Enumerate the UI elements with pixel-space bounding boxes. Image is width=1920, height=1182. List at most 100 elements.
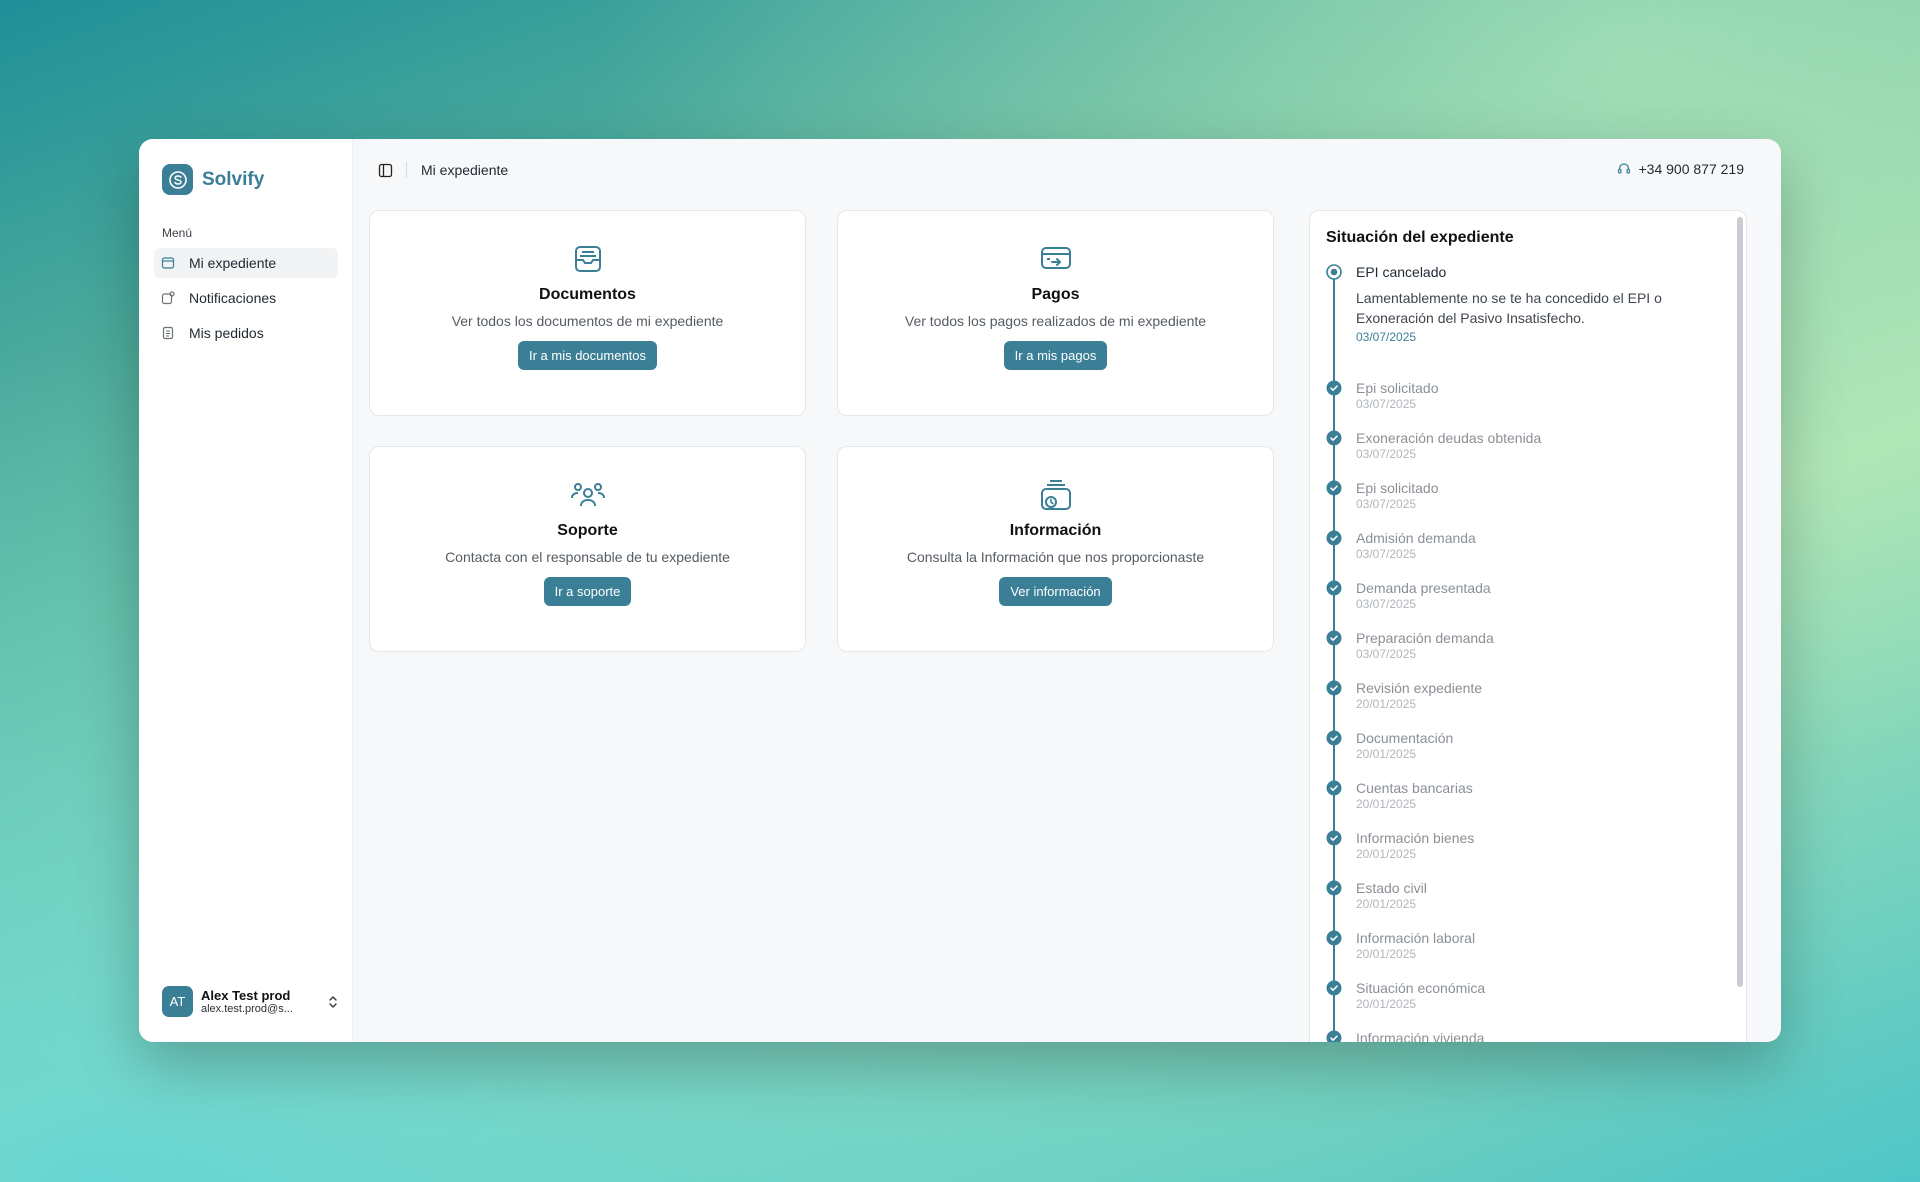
timeline-item-title: Cuentas bancarias — [1356, 780, 1473, 796]
view-information-button[interactable]: Ver información — [999, 577, 1112, 606]
main-content: Mi expediente +34 900 877 219 Documentos… — [353, 139, 1781, 1042]
card-title: Pagos — [1031, 286, 1080, 303]
timeline-item-date: 03/07/2025 — [1356, 647, 1417, 661]
topbar-divider — [406, 162, 407, 178]
timeline-item: Preparación demanda 03/07/2025 — [1326, 629, 1730, 679]
people-icon — [370, 478, 805, 512]
card-description: Ver todos los documentos de mi expedient… — [451, 313, 724, 329]
sidebar-item-label: Notificaciones — [189, 290, 277, 306]
timeline-item-title: Exoneración deudas obtenida — [1356, 430, 1542, 446]
timeline-item-date: 20/01/2025 — [1356, 747, 1417, 761]
card-pagos: Pagos Ver todos los pagos realizados de … — [837, 210, 1274, 416]
timeline-item-date: 03/07/2025 — [1356, 447, 1417, 461]
timeline-item-date: 20/01/2025 — [1356, 847, 1417, 861]
card-description: Ver todos los pagos realizados de mi exp… — [904, 313, 1207, 329]
timeline-item: Documentación 20/01/2025 — [1326, 729, 1730, 779]
check-circle-icon — [1326, 630, 1342, 646]
sidebar: Solvify Menú Mi expediente Notificacione… — [139, 139, 353, 1042]
timeline-item: Información laboral 20/01/2025 — [1326, 929, 1730, 979]
timeline-item-title: Epi solicitado — [1356, 480, 1439, 496]
sidebar-item-label: Mis pedidos — [189, 325, 264, 341]
current-step-icon — [1326, 264, 1342, 280]
go-to-support-button[interactable]: Ir a soporte — [543, 577, 632, 606]
check-circle-icon — [1326, 980, 1342, 996]
timeline-item-date: 03/07/2025 — [1356, 597, 1417, 611]
check-circle-icon — [1326, 680, 1342, 696]
scrollbar[interactable] — [1737, 217, 1743, 987]
avatar: AT — [162, 986, 193, 1017]
user-name: Alex Test prod — [201, 988, 291, 1003]
sidebar-item-mi-expediente[interactable]: Mi expediente — [154, 248, 338, 278]
timeline-item-title: EPI cancelado — [1356, 264, 1447, 280]
timeline-item: Epi solicitado 03/07/2025 — [1326, 479, 1730, 529]
go-to-payments-button[interactable]: Ir a mis pagos — [1003, 341, 1108, 370]
timeline-item-title: Información vivienda — [1356, 1030, 1485, 1042]
sidebar-item-label: Mi expediente — [189, 255, 277, 271]
timeline-item: Información vivienda — [1326, 1029, 1730, 1042]
card-title: Documentos — [539, 286, 636, 303]
check-circle-icon — [1326, 430, 1342, 446]
card-description: Consulta la Información que nos proporci… — [906, 549, 1205, 565]
timeline-item-date: 20/01/2025 — [1356, 797, 1417, 811]
timeline-item-title: Preparación demanda — [1356, 630, 1494, 646]
timeline-item-title: Estado civil — [1356, 880, 1427, 896]
user-email: alex.test.prod@s... — [201, 1003, 293, 1015]
timeline-item: Cuentas bancarias 20/01/2025 — [1326, 779, 1730, 829]
check-circle-icon — [1326, 580, 1342, 596]
receipt-icon — [162, 326, 174, 340]
check-circle-icon — [1326, 530, 1342, 546]
timeline-item-date: 20/01/2025 — [1356, 897, 1417, 911]
timeline-item-title: Documentación — [1356, 730, 1454, 746]
check-circle-icon — [1326, 380, 1342, 396]
timeline-item: Demanda presentada 03/07/2025 — [1326, 579, 1730, 629]
sidebar-nav: Mi expediente Notificaciones Mis pedidos — [154, 248, 338, 353]
timeline-item-title: Demanda presentada — [1356, 580, 1491, 596]
support-phone[interactable]: +34 900 877 219 — [1617, 161, 1745, 177]
go-to-documents-button[interactable]: Ir a mis documentos — [517, 341, 658, 370]
sidebar-item-notificaciones[interactable]: Notificaciones — [154, 283, 338, 313]
folder-icon — [161, 257, 175, 269]
user-info: Alex Test prod alex.test.prod@s... — [201, 988, 311, 1015]
card-description: Contacta con el responsable de tu expedi… — [445, 549, 730, 565]
phone-number: +34 900 877 219 — [1638, 161, 1745, 177]
check-circle-icon — [1326, 830, 1342, 846]
timeline-item-current: EPI cancelado Lamentablemente no se te h… — [1326, 263, 1730, 379]
info-stack-icon — [838, 478, 1273, 512]
timeline-item-title: Información laboral — [1356, 930, 1476, 946]
timeline-item-date: 03/07/2025 — [1356, 547, 1417, 561]
timeline-item-date: 03/07/2025 — [1356, 330, 1417, 344]
sidebar-item-mis-pedidos[interactable]: Mis pedidos — [154, 318, 338, 348]
check-circle-icon — [1326, 730, 1342, 746]
timeline-item: Situación económica 20/01/2025 — [1326, 979, 1730, 1029]
timeline-item-title: Admisión demanda — [1356, 530, 1476, 546]
bell-icon — [161, 291, 175, 305]
case-status-panel: Situación del expediente EPI cancelado L… — [1309, 210, 1747, 1042]
timeline-item-description: Lamentablemente no se te ha concedido el… — [1356, 290, 1662, 326]
timeline-item: Información bienes 20/01/2025 — [1326, 829, 1730, 879]
sidebar-toggle-button[interactable] — [376, 161, 394, 179]
timeline-item: Revisión expediente 20/01/2025 — [1326, 679, 1730, 729]
check-circle-icon — [1326, 880, 1342, 896]
brand[interactable]: Solvify — [162, 164, 264, 195]
timeline-item-title: Situación económica — [1356, 980, 1486, 996]
card-informacion: Información Consulta la Información que … — [837, 446, 1274, 652]
menu-label: Menú — [162, 226, 193, 240]
timeline-item-title: Información bienes — [1356, 830, 1475, 846]
timeline-item-date: 03/07/2025 — [1356, 497, 1417, 511]
status-title: Situación del expediente — [1326, 229, 1514, 246]
timeline-item-title: Epi solicitado — [1356, 380, 1439, 396]
archive-icon — [370, 242, 805, 276]
payment-icon — [838, 242, 1273, 276]
chevron-up-down-icon[interactable] — [327, 994, 339, 1010]
timeline-item: Exoneración deudas obtenida 03/07/2025 — [1326, 429, 1730, 479]
card-soporte: Soporte Contacta con el responsable de t… — [369, 446, 806, 652]
sidebar-panel-icon — [378, 163, 392, 177]
solvify-logo-icon — [162, 164, 193, 195]
breadcrumb: Mi expediente — [421, 162, 509, 178]
check-circle-icon — [1326, 780, 1342, 796]
brand-name: Solvify — [202, 168, 265, 190]
user-menu[interactable]: AT Alex Test prod alex.test.prod@s... — [162, 986, 342, 1017]
card-title: Soporte — [557, 522, 618, 539]
timeline-item: Admisión demanda 03/07/2025 — [1326, 529, 1730, 579]
timeline-item-date: 20/01/2025 — [1356, 697, 1417, 711]
